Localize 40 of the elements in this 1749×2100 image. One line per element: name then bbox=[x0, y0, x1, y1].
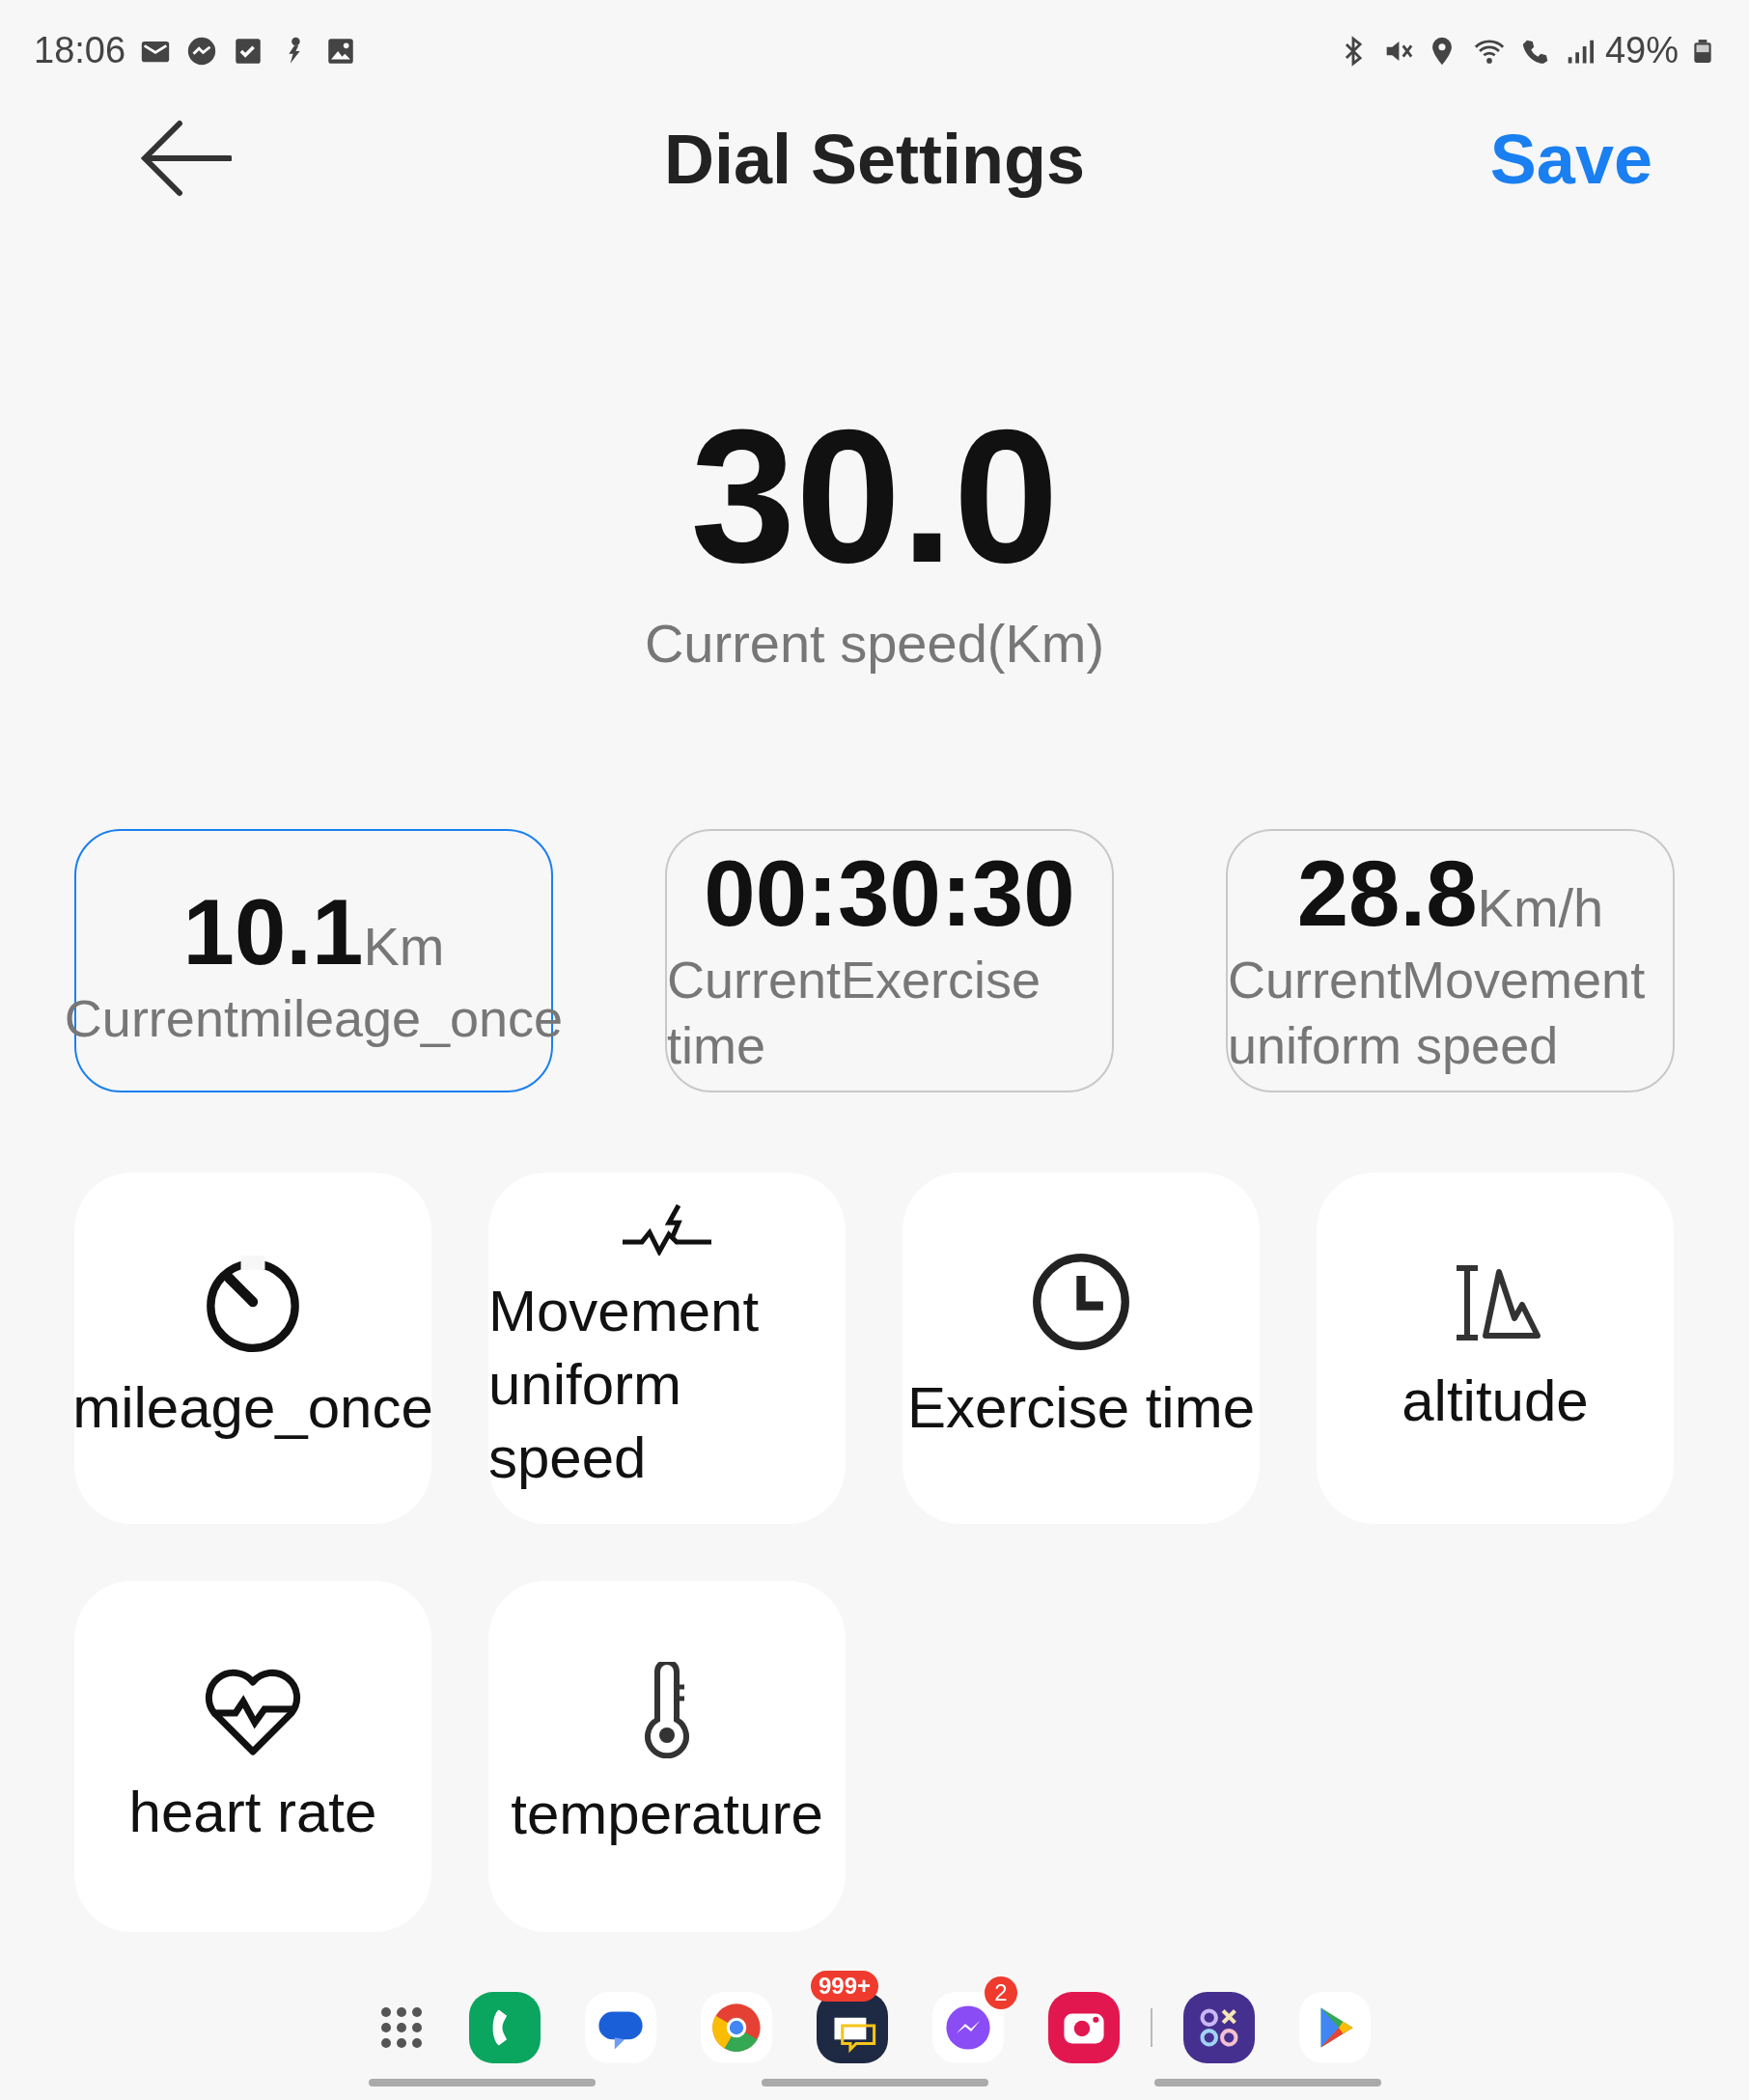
metric-card[interactable]: 00:30:30 CurrentExercise time bbox=[665, 829, 1114, 1092]
tile-label: altitude bbox=[1402, 1368, 1589, 1435]
messages-app-icon[interactable] bbox=[585, 1992, 656, 2063]
metric-card[interactable]: 28.8Km/h CurrentMovement uniform speed bbox=[1226, 829, 1675, 1092]
browser-app-icon[interactable] bbox=[701, 1992, 772, 2063]
option-tile[interactable]: mileage_once bbox=[74, 1173, 431, 1524]
page-title: Dial Settings bbox=[662, 120, 1087, 200]
notification-badge: 2 bbox=[985, 1976, 1017, 2009]
task-handle[interactable] bbox=[761, 2079, 988, 2086]
phone-app-icon[interactable] bbox=[469, 1992, 541, 2063]
task-handle[interactable] bbox=[1153, 2079, 1381, 2086]
metric-unit: Km bbox=[363, 915, 445, 979]
task-handle[interactable] bbox=[368, 2079, 596, 2086]
game-app-icon[interactable] bbox=[1183, 1992, 1255, 2063]
metric-value: 10.1 bbox=[182, 879, 364, 985]
metric-unit: Km/h bbox=[1477, 876, 1604, 940]
metric-value: 28.8 bbox=[1296, 841, 1478, 947]
option-tile[interactable]: Exercise time bbox=[902, 1173, 1260, 1524]
option-tile[interactable]: Movement uniform speed bbox=[488, 1173, 846, 1524]
store-app-icon[interactable] bbox=[1299, 1992, 1371, 2063]
option-tile[interactable]: altitude bbox=[1317, 1173, 1674, 1524]
tile-label: temperature bbox=[511, 1781, 823, 1848]
speed-value: 30.0 bbox=[690, 401, 1059, 594]
speed-label: Current speed(Km) bbox=[644, 612, 1105, 676]
notification-badge: 999+ bbox=[811, 1971, 879, 2002]
save-button[interactable]: Save bbox=[1489, 107, 1652, 211]
apps-grid-icon[interactable] bbox=[378, 2004, 425, 2051]
camera-app-icon[interactable] bbox=[1048, 1992, 1120, 2063]
option-tile[interactable]: temperature bbox=[488, 1581, 846, 1932]
metric-label: CurrentExercise time bbox=[667, 950, 1042, 1076]
clock-time: 18:06 bbox=[34, 29, 126, 72]
tile-label: Movement uniform speed bbox=[488, 1278, 761, 1492]
clock-icon bbox=[1031, 1252, 1131, 1352]
battery-level: 49% bbox=[1604, 29, 1679, 72]
metric-value: 00:30:30 bbox=[704, 841, 1075, 947]
option-tile[interactable]: heart rate bbox=[74, 1581, 431, 1932]
tile-label: mileage_once bbox=[72, 1374, 433, 1442]
tile-label: Exercise time bbox=[906, 1374, 1256, 1442]
tile-label: heart rate bbox=[128, 1778, 377, 1846]
metric-label: CurrentMovement uniform speed bbox=[1228, 950, 1647, 1076]
